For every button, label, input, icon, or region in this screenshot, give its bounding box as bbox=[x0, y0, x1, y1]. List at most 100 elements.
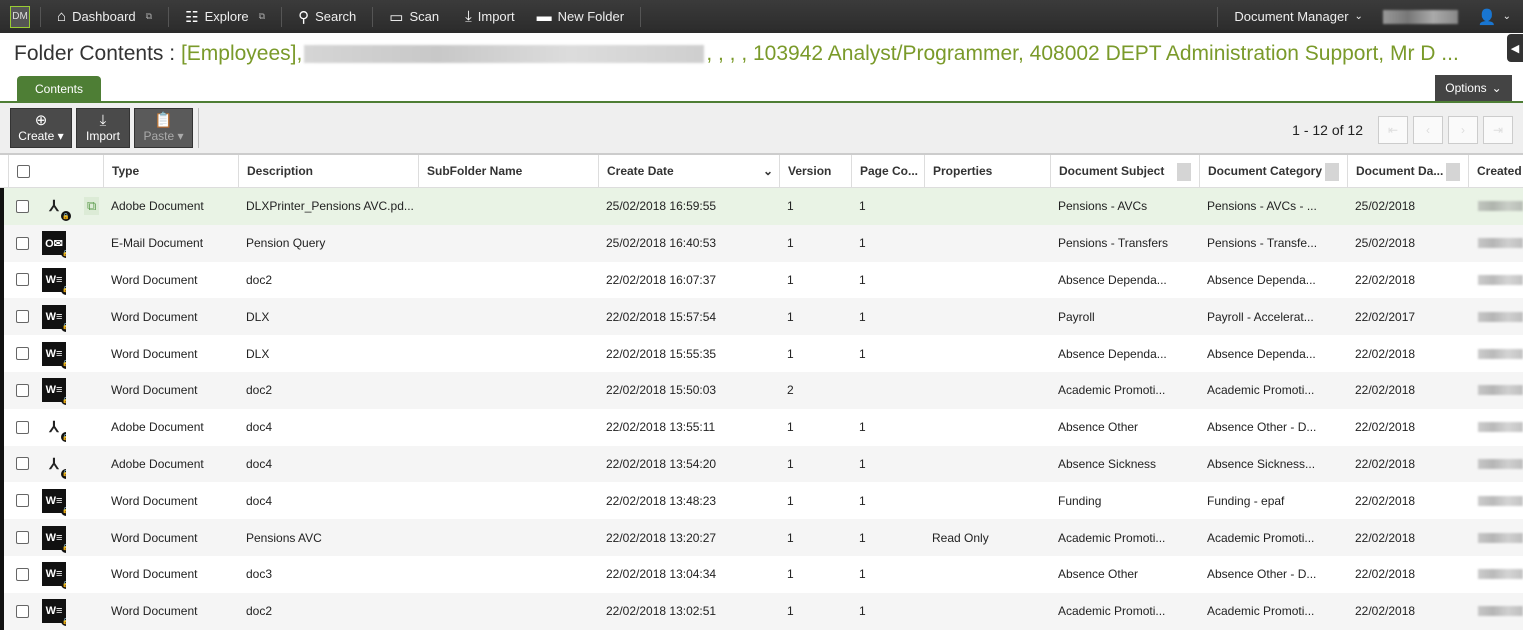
column-menu-icon[interactable] bbox=[1325, 163, 1339, 181]
select-all-checkbox[interactable] bbox=[17, 164, 30, 178]
word-icon[interactable]: W≡ 🔒 bbox=[42, 525, 66, 553]
row-checkbox[interactable] bbox=[16, 347, 29, 361]
checkbox-cell bbox=[8, 335, 29, 372]
nav-search[interactable]: ⚲ Search bbox=[292, 8, 362, 26]
column-header[interactable]: Document Subject bbox=[1050, 155, 1199, 187]
table-row[interactable]: W≡ 🔒 Word Document doc3 22/02/2018 13:04:34 1… bbox=[0, 555, 1523, 593]
pdf-icon[interactable]: ⅄ 🔒 bbox=[42, 415, 66, 443]
create-button[interactable]: ⊕ Create ▾ bbox=[10, 108, 72, 148]
document-category-cell: Academic Promoti... bbox=[1207, 604, 1315, 619]
page-count-cell: 1 bbox=[859, 567, 866, 582]
column-menu-icon[interactable] bbox=[1446, 163, 1460, 181]
table-row[interactable]: W≡ 🔒 Word Document doc2 22/02/2018 16:07:37 1… bbox=[0, 261, 1523, 299]
external-link-icon[interactable]: ⧉ bbox=[146, 11, 152, 22]
paste-button[interactable]: 📋 Paste ▾ bbox=[134, 108, 193, 148]
row-indicator bbox=[0, 298, 4, 336]
document-subject-cell: Absence Sickness bbox=[1058, 456, 1157, 471]
first-page-button[interactable]: ⇤ bbox=[1378, 116, 1408, 144]
subfolder-name-cell bbox=[418, 593, 598, 630]
outlook-icon[interactable]: O✉ 🔒 bbox=[42, 231, 66, 259]
word-icon[interactable]: W≡ 🔒 bbox=[42, 304, 66, 332]
doc-icon-cell: O✉ 🔒 bbox=[34, 225, 66, 262]
tab-contents[interactable]: Contents bbox=[17, 76, 101, 102]
table-row[interactable]: ⅄ 🔒 ⧉ Adobe Document DLXPrinter_Pensions AVC… bbox=[0, 188, 1523, 225]
doc-icon-cell: W≡ 🔒 bbox=[34, 262, 66, 299]
lock-icon: 🔒 bbox=[61, 468, 66, 479]
open-external-icon[interactable]: ⧉ bbox=[84, 197, 100, 216]
last-page-button[interactable]: ⇥ bbox=[1483, 116, 1513, 144]
app-menu-dropdown[interactable]: Document Manager ⌄ bbox=[1228, 9, 1369, 24]
column-header[interactable]: Page Co... bbox=[851, 155, 924, 187]
table-row[interactable]: W≡ 🔒 Word Document DLX 22/02/2018 15:55:35 1 1… bbox=[0, 335, 1523, 372]
created-by-redacted bbox=[1470, 298, 1523, 335]
table-row[interactable]: W≡ 🔒 Word Document Pensions AVC 22/02/2018 1… bbox=[0, 519, 1523, 556]
column-header[interactable]: SubFolder Name bbox=[418, 155, 598, 187]
table-row[interactable]: ⅄ 🔒 Adobe Document doc4 22/02/2018 13:55:11 1… bbox=[0, 408, 1523, 446]
doc-icon-cell: ⅄ 🔒 bbox=[34, 409, 66, 446]
row-checkbox[interactable] bbox=[16, 310, 29, 324]
column-header[interactable]: Created bbox=[1468, 155, 1523, 187]
word-icon[interactable]: W≡ 🔒 bbox=[42, 488, 66, 516]
column-header[interactable]: Type bbox=[103, 155, 238, 187]
nav-import[interactable]: ⤓ Import bbox=[459, 8, 520, 25]
redacted-text bbox=[1478, 422, 1523, 433]
table-row[interactable]: W≡ 🔒 Word Document doc2 22/02/2018 13:02:51 1… bbox=[0, 592, 1523, 630]
subfolder-name-cell bbox=[418, 482, 598, 519]
row-checkbox[interactable] bbox=[16, 567, 29, 581]
prev-page-button[interactable]: ‹ bbox=[1413, 116, 1443, 144]
table-row[interactable]: W≡ 🔒 Word Document doc2 22/02/2018 15:50:03 2… bbox=[0, 371, 1523, 409]
chevron-down-icon: ⌄ bbox=[1491, 81, 1502, 95]
type-cell: Word Document bbox=[111, 604, 198, 619]
page-count-cell bbox=[851, 372, 924, 409]
sort-chevron-icon[interactable]: ⌄ bbox=[763, 164, 773, 178]
row-checkbox[interactable] bbox=[16, 604, 29, 618]
table-row[interactable]: O✉ 🔒 E-Mail Document Pension Query 25/02/201… bbox=[0, 224, 1523, 262]
row-checkbox[interactable] bbox=[16, 494, 29, 508]
pdf-icon[interactable]: ⅄ 🔒 bbox=[42, 194, 71, 222]
word-icon[interactable]: W≡ 🔒 bbox=[42, 378, 66, 406]
word-icon[interactable]: W≡ 🔒 bbox=[42, 341, 66, 369]
nav-dashboard[interactable]: ⌂ Dashboard ⧉ bbox=[51, 8, 158, 25]
row-checkbox[interactable] bbox=[16, 236, 29, 250]
table-row[interactable]: W≡ 🔒 Word Document DLX 22/02/2018 15:57:54 1 1… bbox=[0, 298, 1523, 336]
table-row[interactable]: W≡ 🔒 Word Document doc4 22/02/2018 13:48:23 1… bbox=[0, 482, 1523, 520]
column-header[interactable]: Description bbox=[238, 155, 418, 187]
document-subject-cell: Absence Dependa... bbox=[1058, 346, 1167, 361]
create-label: Create bbox=[18, 129, 55, 143]
properties-cell bbox=[924, 482, 1050, 519]
table-row[interactable]: ⅄ 🔒 Adobe Document doc4 22/02/2018 13:54:20 1… bbox=[0, 445, 1523, 483]
word-icon[interactable]: W≡ 🔒 bbox=[42, 562, 66, 590]
row-checkbox[interactable] bbox=[16, 273, 29, 287]
search-icon: ⚲ bbox=[298, 8, 310, 26]
properties-cell bbox=[924, 409, 1050, 446]
nav-new-folder[interactable]: ▬ New Folder bbox=[531, 8, 630, 25]
word-icon[interactable]: W≡ 🔒 bbox=[42, 267, 66, 295]
word-icon[interactable]: W≡ 🔒 bbox=[42, 599, 66, 627]
row-checkbox[interactable] bbox=[16, 199, 29, 213]
column-header[interactable]: Properties bbox=[924, 155, 1050, 187]
nav-scan[interactable]: ▭ Scan bbox=[383, 8, 445, 26]
column-menu-icon[interactable] bbox=[1177, 163, 1191, 181]
options-button[interactable]: Options ⌄ bbox=[1435, 75, 1512, 101]
collapse-panel-button[interactable]: ◀ bbox=[1507, 34, 1523, 62]
import-button[interactable]: ⤓ Import bbox=[76, 108, 130, 148]
nav-explore[interactable]: ☷ Explore ⧉ bbox=[179, 8, 271, 26]
row-checkbox[interactable] bbox=[16, 531, 29, 545]
row-checkbox[interactable] bbox=[16, 457, 29, 471]
row-checkbox[interactable] bbox=[16, 420, 29, 434]
doc-icon-cell: W≡ 🔒 bbox=[34, 556, 66, 593]
app-logo[interactable]: DM bbox=[10, 5, 30, 28]
external-link-icon[interactable]: ⧉ bbox=[259, 11, 265, 22]
properties-cell bbox=[924, 262, 1050, 299]
pdf-icon[interactable]: ⅄ 🔒 bbox=[42, 452, 66, 479]
next-page-button[interactable]: › bbox=[1448, 116, 1478, 144]
row-checkbox[interactable] bbox=[16, 383, 29, 397]
column-header[interactable]: Create Date ⌄ bbox=[598, 155, 779, 187]
user-menu[interactable]: 👤 ⌄ bbox=[1472, 8, 1517, 26]
column-header[interactable]: Document Da... bbox=[1347, 155, 1468, 187]
checkbox-cell bbox=[8, 556, 29, 593]
description-cell: doc4 bbox=[246, 420, 273, 435]
page-title: Folder Contents : [Employees], , , , , 10… bbox=[14, 42, 1459, 66]
column-header[interactable]: Version bbox=[779, 155, 851, 187]
column-header[interactable]: Document Category bbox=[1199, 155, 1347, 187]
